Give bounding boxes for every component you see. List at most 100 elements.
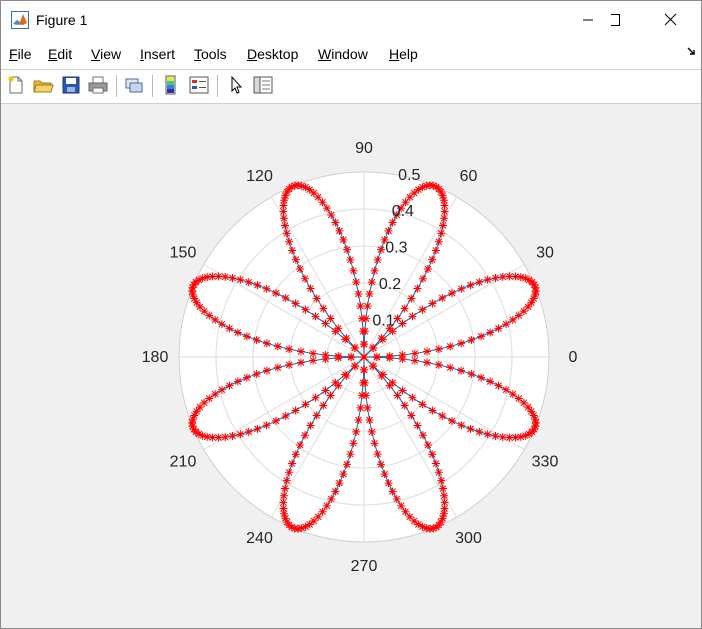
star-marker: [322, 204, 331, 213]
menu-window[interactable]: Window: [318, 46, 368, 62]
star-marker: [491, 274, 500, 283]
menu-desktop[interactable]: Desktop: [247, 46, 298, 62]
star-marker: [272, 289, 281, 298]
star-marker: [407, 411, 416, 420]
star-marker: [281, 484, 290, 493]
star-marker: [446, 342, 455, 351]
star-marker: [410, 517, 419, 526]
star-marker: [291, 406, 300, 415]
star-marker: [362, 391, 371, 400]
star-marker: [498, 272, 507, 281]
star-marker: [252, 335, 261, 344]
property-inspector-icon[interactable]: [252, 74, 274, 96]
star-marker: [483, 430, 492, 439]
star-marker: [319, 401, 328, 410]
star-marker: [305, 520, 314, 529]
star-marker: [296, 358, 305, 367]
menu-tools[interactable]: Tools: [194, 46, 227, 62]
figure-canvas[interactable]: 0 30 60 90 120 150 180 210 240 270 300 330 0.1 0.2 0.…: [1, 104, 701, 628]
maximize-button[interactable]: [608, 1, 657, 39]
menu-insert[interactable]: Insert: [140, 46, 175, 62]
star-marker: [236, 430, 245, 439]
star-marker: [440, 491, 449, 500]
star-marker: [200, 307, 209, 316]
star-marker: [352, 427, 361, 436]
print-icon[interactable]: [87, 74, 109, 96]
star-marker: [331, 327, 340, 336]
close-button[interactable]: [657, 1, 701, 39]
star-marker: [418, 274, 427, 283]
star-marker: [342, 245, 351, 254]
insert-legend-icon[interactable]: [188, 74, 210, 96]
star-marker: [309, 188, 318, 197]
star-marker: [477, 373, 486, 382]
insert-colorbar-icon[interactable]: [160, 74, 182, 96]
star-marker: [346, 255, 355, 264]
star-marker: [288, 459, 297, 468]
menu-edit[interactable]: Edit: [48, 46, 72, 62]
star-marker: [437, 229, 446, 238]
star-marker: [341, 335, 350, 344]
star-marker: [291, 450, 300, 459]
star-marker: [311, 312, 320, 321]
star-marker: [285, 468, 294, 477]
menu-help[interactable]: Help: [389, 46, 418, 62]
new-figure-icon[interactable]: [5, 74, 27, 96]
open-file-icon[interactable]: [32, 74, 54, 96]
star-marker: [339, 235, 348, 244]
star-marker: [253, 281, 262, 290]
edit-plot-arrow-icon[interactable]: [225, 74, 247, 96]
title-bar[interactable]: Figure 1: [1, 1, 701, 39]
star-marker: [514, 311, 523, 320]
star-marker: [282, 476, 291, 485]
star-marker: [312, 294, 321, 303]
star-marker: [279, 207, 288, 216]
star-marker: [438, 411, 447, 420]
star-marker: [221, 433, 230, 442]
star-marker: [244, 278, 253, 287]
star-marker: [285, 360, 294, 369]
star-marker: [498, 433, 507, 442]
star-marker: [437, 476, 446, 485]
star-marker: [434, 345, 443, 354]
star-marker: [418, 400, 427, 409]
star-marker: [273, 363, 282, 372]
star-marker: [349, 266, 358, 275]
polar-axes[interactable]: 0 30 60 90 120 150 180 210 240 270 300 330 0.1 0.2 0.…: [1, 104, 701, 628]
star-marker: [342, 460, 351, 469]
star-marker: [447, 416, 456, 425]
star-marker: [483, 275, 492, 284]
menu-view[interactable]: View: [91, 46, 121, 62]
figure-toolbar: [1, 69, 701, 104]
star-marker: [279, 491, 288, 500]
star-marker: [431, 459, 440, 468]
star-marker: [367, 278, 376, 287]
star-marker: [301, 431, 310, 440]
star-marker: [475, 278, 484, 287]
theta-tick-label: 300: [455, 530, 482, 547]
link-plot-icon[interactable]: [123, 74, 145, 96]
star-marker: [378, 370, 387, 379]
star-marker: [357, 314, 366, 323]
star-marker: [354, 416, 363, 425]
star-marker: [431, 246, 440, 255]
r-tick-label: 0.3: [385, 240, 407, 257]
star-marker: [467, 335, 476, 344]
minimize-button[interactable]: [565, 1, 611, 39]
star-marker: [447, 289, 456, 298]
star-marker: [360, 353, 368, 361]
star-marker: [466, 424, 475, 433]
star-marker: [477, 332, 486, 341]
star-marker: [377, 334, 386, 343]
save-icon[interactable]: [60, 74, 82, 96]
dock-arrow-icon[interactable]: [687, 47, 697, 57]
star-marker: [322, 501, 331, 510]
star-marker: [414, 185, 423, 194]
star-marker: [225, 381, 234, 390]
star-marker: [306, 284, 315, 293]
star-marker: [369, 361, 378, 370]
star-marker: [457, 421, 466, 430]
menu-file[interactable]: File: [9, 46, 32, 62]
star-marker: [334, 381, 343, 390]
star-marker: [214, 433, 223, 442]
